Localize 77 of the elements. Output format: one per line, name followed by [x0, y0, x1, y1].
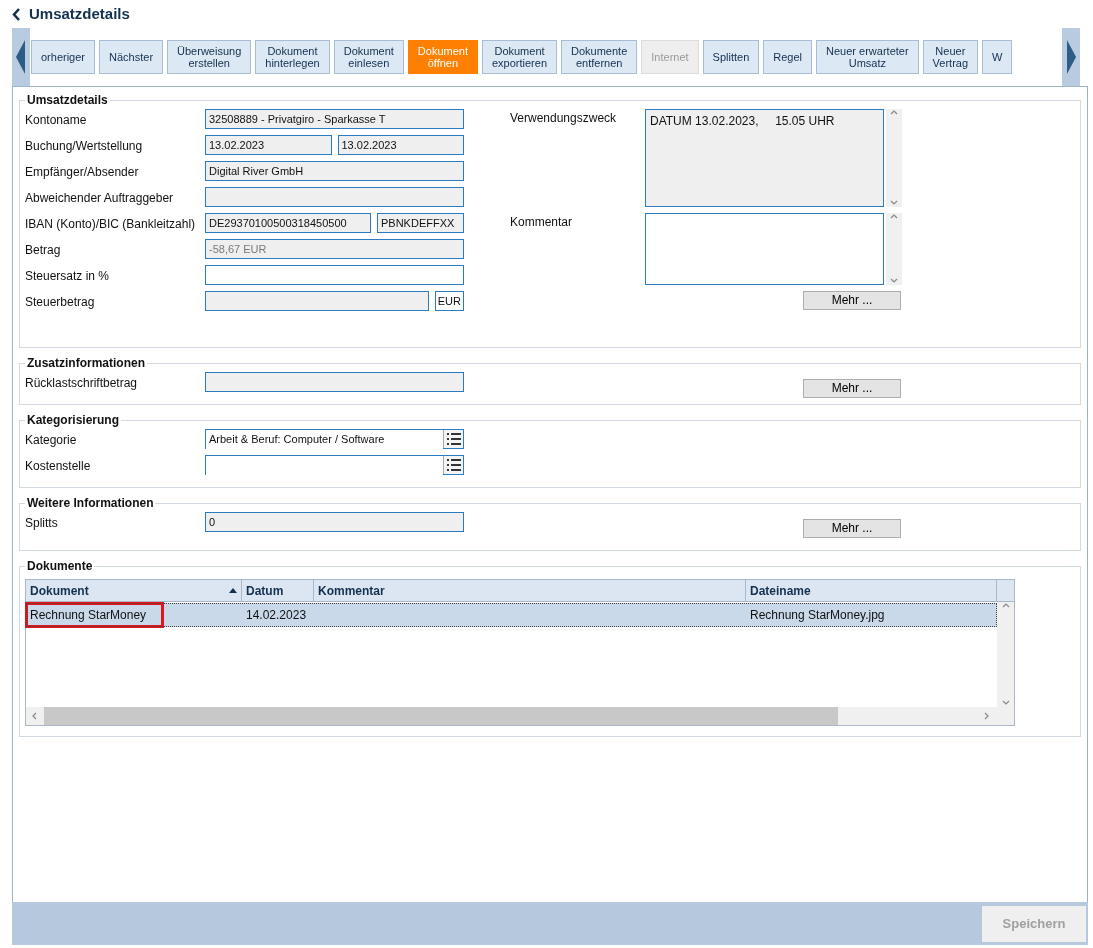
input-field[interactable]	[205, 265, 464, 285]
input-field[interactable]: 13.02.2023	[337, 135, 464, 155]
input-field[interactable]	[205, 372, 464, 392]
field-label: Empfänger/Absender	[25, 164, 140, 181]
table-cell-text: Rechnung StarMoney	[30, 607, 147, 624]
list-icon[interactable]	[446, 432, 461, 446]
input-field[interactable]: 32508889 - Privatgiro - Sparkasse T	[205, 109, 464, 129]
table-cell-text: 14.02.2023	[246, 607, 307, 624]
list-icon[interactable]	[446, 458, 461, 472]
right-triangle-icon	[1066, 40, 1076, 74]
scroll-right-button[interactable]	[1062, 28, 1080, 86]
toolbar-button[interactable]: W	[982, 40, 1013, 74]
field-label: Kategorie	[25, 432, 78, 449]
page-title: Umsatzdetails	[29, 3, 130, 24]
input-field[interactable]: 13.02.2023	[205, 135, 332, 155]
scrollbar[interactable]	[886, 109, 902, 207]
input-field[interactable]: 0	[205, 512, 464, 532]
field-label: Kommentar	[510, 214, 574, 231]
toolbar-button[interactable]: Neuer Vertrag	[922, 40, 979, 74]
back-icon[interactable]	[12, 7, 21, 21]
text-area[interactable]: DATUM 13.02.2023, 15.05 UHR	[645, 109, 885, 207]
column-header[interactable]: Kommentar	[314, 580, 746, 601]
toolbar-button[interactable]: Regel	[763, 40, 813, 74]
section-title: Umsatzdetails	[26, 93, 109, 107]
toolbar-button[interactable]: orheriger	[31, 40, 96, 74]
toolbar-button[interactable]: Splitten	[702, 40, 760, 74]
left-triangle-icon	[16, 40, 26, 74]
chevron-icon	[1001, 602, 1010, 610]
more-button[interactable]: Mehr ...	[803, 379, 901, 398]
scroll-left-button[interactable]	[12, 28, 30, 86]
picker-field[interactable]	[205, 455, 464, 475]
more-button[interactable]: Mehr ...	[803, 291, 901, 310]
field-label: Steuerbetrag	[25, 294, 96, 311]
chevron-icon	[1001, 699, 1010, 707]
input-field[interactable]: PBNKDEFFXX	[377, 213, 464, 233]
toolbar-button[interactable]: Überweisung erstellen	[167, 40, 252, 74]
field-label: Kontoname	[25, 112, 88, 129]
field-label: Verwendungszweck	[510, 110, 618, 127]
column-header[interactable]: Dokument	[26, 580, 242, 601]
field-label: IBAN (Konto)/BIC (Bankleitzahl)	[25, 216, 197, 233]
table-row[interactable]: Rechnung StarMoney 14.02.2023 Rechnung StarMoney.jpg	[26, 603, 997, 627]
text-area[interactable]	[645, 213, 885, 285]
input-field[interactable]: EUR	[434, 291, 464, 311]
section-title: Zusatzinformationen	[26, 356, 146, 370]
scrollbar[interactable]	[886, 213, 902, 285]
sort-up-icon	[229, 588, 237, 593]
field-label: Rücklastschriftbetrag	[25, 375, 139, 392]
table-cell-text: Rechnung StarMoney.jpg	[750, 607, 885, 624]
column-header[interactable]: Dateiname	[746, 580, 997, 601]
chevron-icon	[983, 712, 991, 720]
field-label: Betrag	[25, 242, 62, 259]
field-label: Abweichender Auftraggeber	[25, 190, 175, 207]
field-label: Buchung/Wertstellung	[25, 138, 144, 155]
section-title: Dokumente	[26, 559, 94, 573]
section-title: Weitere Informationen	[26, 496, 155, 510]
input-field[interactable]: DE29370100500318450500	[205, 213, 371, 233]
input-field[interactable]	[205, 187, 464, 207]
toolbar-button[interactable]: Dokument hinterlegen	[255, 40, 330, 74]
toolbar-button[interactable]: Dokument exportieren	[482, 40, 558, 74]
toolbar-button[interactable]: Neuer erwarteter Umsatz	[816, 40, 919, 74]
column-header[interactable]: Datum	[242, 580, 314, 601]
scrollbar[interactable]	[997, 602, 1014, 707]
toolbar-button[interactable]: Dokumente entfernen	[561, 40, 638, 74]
horizontal-scrollbar[interactable]	[26, 707, 1014, 725]
chevron-icon	[31, 712, 39, 720]
input-field[interactable]	[205, 291, 429, 311]
input-field[interactable]: Digital River GmbH	[205, 161, 464, 181]
section-title: Kategorisierung	[26, 413, 120, 427]
toolbar-button[interactable]: Dokument einlesen	[333, 40, 404, 74]
chevron-icon	[890, 277, 899, 285]
field-label: Splitts	[25, 515, 59, 532]
chevron-icon	[890, 109, 899, 117]
toolbar-button[interactable]: Nächster	[99, 40, 164, 74]
field-label: Steuersatz in %	[25, 268, 111, 285]
field-label: Kostenstelle	[25, 458, 92, 475]
more-button[interactable]: Mehr ...	[803, 519, 901, 538]
picker-field[interactable]: Arbeit & Beruf: Computer / Software	[205, 429, 464, 449]
